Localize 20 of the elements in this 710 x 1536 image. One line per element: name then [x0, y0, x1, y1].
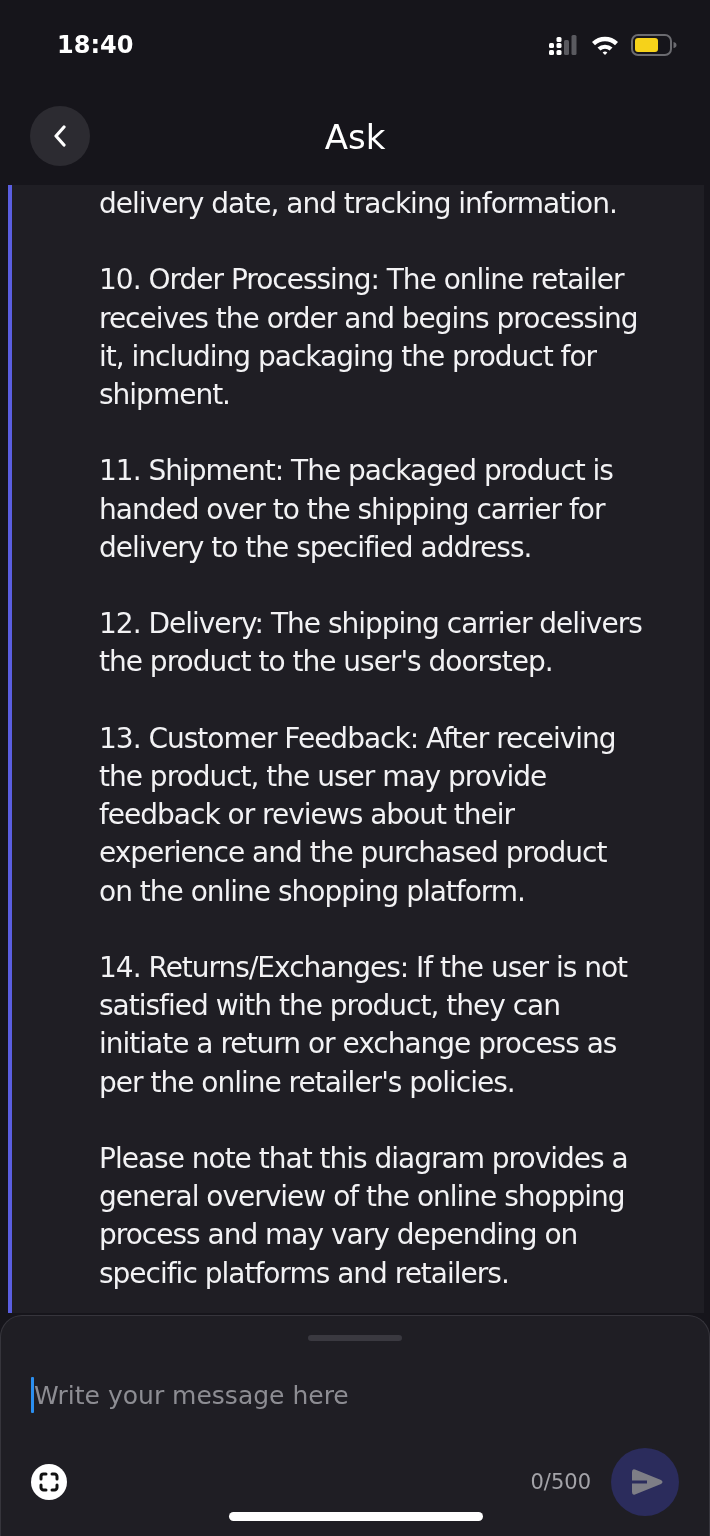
- chevron-left-icon: [53, 124, 67, 147]
- drag-handle[interactable]: [308, 1335, 402, 1341]
- character-counter: 0/500: [530, 1470, 591, 1494]
- wifi-icon: [591, 35, 619, 55]
- scan-button[interactable]: [31, 1464, 67, 1500]
- answer-paragraph: 12. Delivery: The shipping carrier delivers the product to the user's doorstep.: [99, 606, 643, 681]
- answer-paragraph: 14. Returns/Exchanges: If the user is not satisfied with the product, they can initiate a return or exchange process as per the online retailer's policies.: [99, 950, 629, 1101]
- answer-paragraph: 10. Order Processing: The online retailer receives the order and begins processing it, including packaging the product for shipment.: [99, 262, 639, 413]
- answer-paragraph: 11. Shipment: The packaged product is handed over to the shipping carrier for delivery to the specified address.: [99, 453, 614, 566]
- send-arrow-icon: [630, 1468, 664, 1496]
- screen-title: Ask: [324, 117, 386, 158]
- status-time: 18:40: [57, 33, 134, 57]
- text-cursor-icon: [31, 1377, 34, 1413]
- answer-paragraph: Please note that this diagram provides a general overview of the online shopping process and may vary depending on specific platforms and retailers.: [99, 1141, 629, 1292]
- battery-icon: [631, 34, 677, 56]
- answer-paragraph: 13. Customer Feedback: After receiving the product, the user may provide feedback or reviews about their experience and the purchased product on the online shopping platform.: [99, 720, 617, 910]
- message-input[interactable]: Write your message here: [34, 1377, 679, 1413]
- signal-icon: [549, 34, 579, 56]
- answer-paragraph: delivery date, and tracking information.: [99, 186, 618, 222]
- scan-icon: [31, 1464, 67, 1500]
